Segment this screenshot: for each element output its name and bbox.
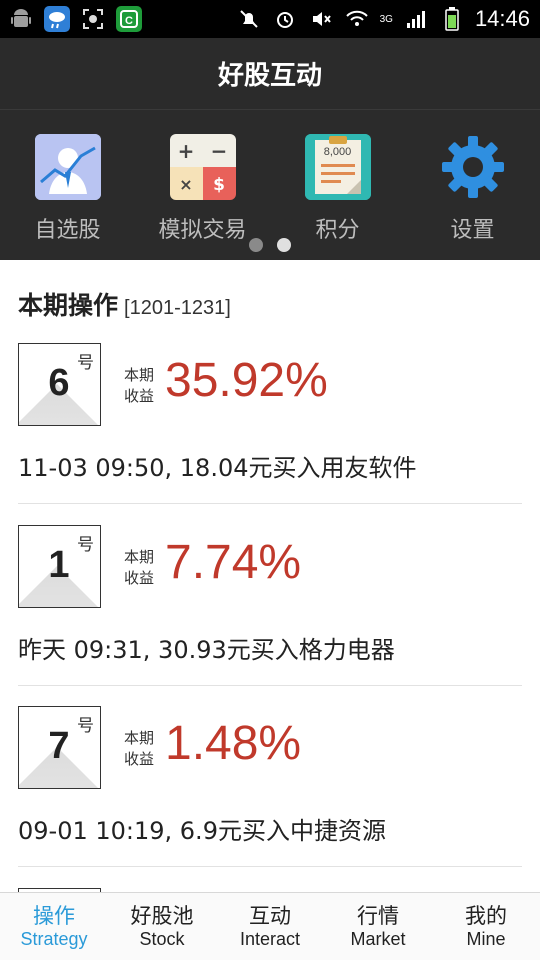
nav-label: 我的 [465, 903, 507, 928]
operation-card[interactable]: 6 号 本期收益 35.92% 11-03 09:50, 18.04元买入用友软… [0, 343, 540, 525]
nav-market[interactable]: 行情 Market [324, 893, 432, 960]
portfolio-icon [34, 134, 101, 200]
yield-label: 本期收益 [124, 548, 155, 587]
nav-interact[interactable]: 互动 Interact [216, 893, 324, 960]
yield-value: 35.92% [165, 354, 328, 407]
app-header: 好股互动 [0, 38, 540, 110]
battery-icon [439, 6, 465, 32]
rank-suffix: 号 [77, 353, 94, 373]
nav-label: 操作 [33, 903, 75, 928]
nav-label-en: Stock [139, 928, 185, 949]
points-icon-text: 8,000 [323, 146, 352, 158]
rank-suffix: 号 [77, 716, 94, 736]
trade-description: 昨天 09:31, 30.93元买入格力电器 [18, 636, 395, 664]
mute-icon [308, 6, 334, 32]
notifications-off-icon [236, 6, 262, 32]
nav-mine[interactable]: 我的 Mine [432, 893, 540, 960]
divider [18, 685, 522, 686]
operation-card[interactable]: 1 号 本期收益 7.74% 昨天 09:31, 30.93元买入格力电器 [0, 525, 540, 707]
divider [18, 866, 522, 867]
screenshot-icon [80, 6, 106, 32]
section-title: 本期操作 [18, 291, 119, 320]
svg-text:+: + [177, 139, 194, 163]
nav-label-en: Market [350, 928, 406, 949]
svg-text:×: × [179, 175, 192, 194]
rank-suffix: 号 [77, 535, 94, 555]
trade-description: 09-01 10:19, 6.9元买入中捷资源 [18, 817, 386, 845]
status-bar: C 3G 14:46 [0, 0, 540, 38]
calculator-icon: + − × $ [169, 134, 236, 200]
shortcut-simulated-trading[interactable]: + − × $ 模拟交易 [135, 134, 270, 244]
rank-badge: 6 号 [18, 343, 101, 426]
app-title: 好股互动 [217, 61, 322, 91]
svg-text:−: − [210, 139, 227, 163]
rank-badge: 7 号 [18, 706, 101, 789]
trade-description: 11-03 09:50, 18.04元买入用友软件 [18, 454, 417, 482]
page-dot[interactable] [249, 238, 263, 252]
gear-icon [440, 134, 506, 200]
nav-label: 互动 [249, 903, 291, 928]
network-type: 3G [379, 13, 393, 25]
wifi-icon [344, 6, 370, 32]
app-c-icon: C [116, 6, 142, 32]
nav-label: 行情 [357, 903, 399, 928]
divider [18, 503, 522, 504]
yield-label: 本期收益 [124, 729, 155, 768]
android-icon [8, 6, 34, 32]
rank-badge: 1 号 [18, 525, 101, 608]
operation-card[interactable]: 7 号 本期收益 1.48% 09-01 10:19, 6.9元买入中捷资源 [0, 706, 540, 888]
svg-text:$: $ [213, 175, 225, 195]
nav-stock[interactable]: 好股池 Stock [108, 893, 216, 960]
nav-label-en: Mine [466, 928, 506, 949]
shortcut-points[interactable]: 8,000 积分 [270, 134, 405, 244]
yield-value: 7.74% [165, 536, 302, 589]
section-header: 本期操作 [1201-1231] [18, 286, 231, 322]
shortcut-portfolio[interactable]: 自选股 [0, 134, 135, 244]
page-indicator [0, 238, 540, 252]
weather-icon [44, 6, 70, 32]
shortcut-panel: 自选股 + − × $ 模拟交易 8,000 积分 设置 [0, 110, 540, 260]
clock: 14:46 [474, 6, 530, 31]
alarm-icon [272, 6, 298, 32]
nav-label-en: Interact [239, 928, 301, 949]
yield-value: 1.48% [165, 717, 302, 770]
signal-icon [403, 6, 429, 32]
bottom-nav: 操作 Strategy 好股池 Stock 互动 Interact 行情 Mar… [0, 892, 540, 960]
page-dot-active[interactable] [277, 238, 291, 252]
yield-label: 本期收益 [124, 366, 155, 405]
nav-strategy[interactable]: 操作 Strategy [0, 893, 108, 960]
nav-label: 好股池 [130, 903, 194, 928]
nav-label-en: Strategy [20, 928, 88, 949]
svg-text:C: C [125, 15, 133, 27]
points-icon: 8,000 [304, 134, 371, 200]
shortcut-settings[interactable]: 设置 [405, 134, 540, 244]
section-range: [1201-1231] [124, 297, 231, 319]
